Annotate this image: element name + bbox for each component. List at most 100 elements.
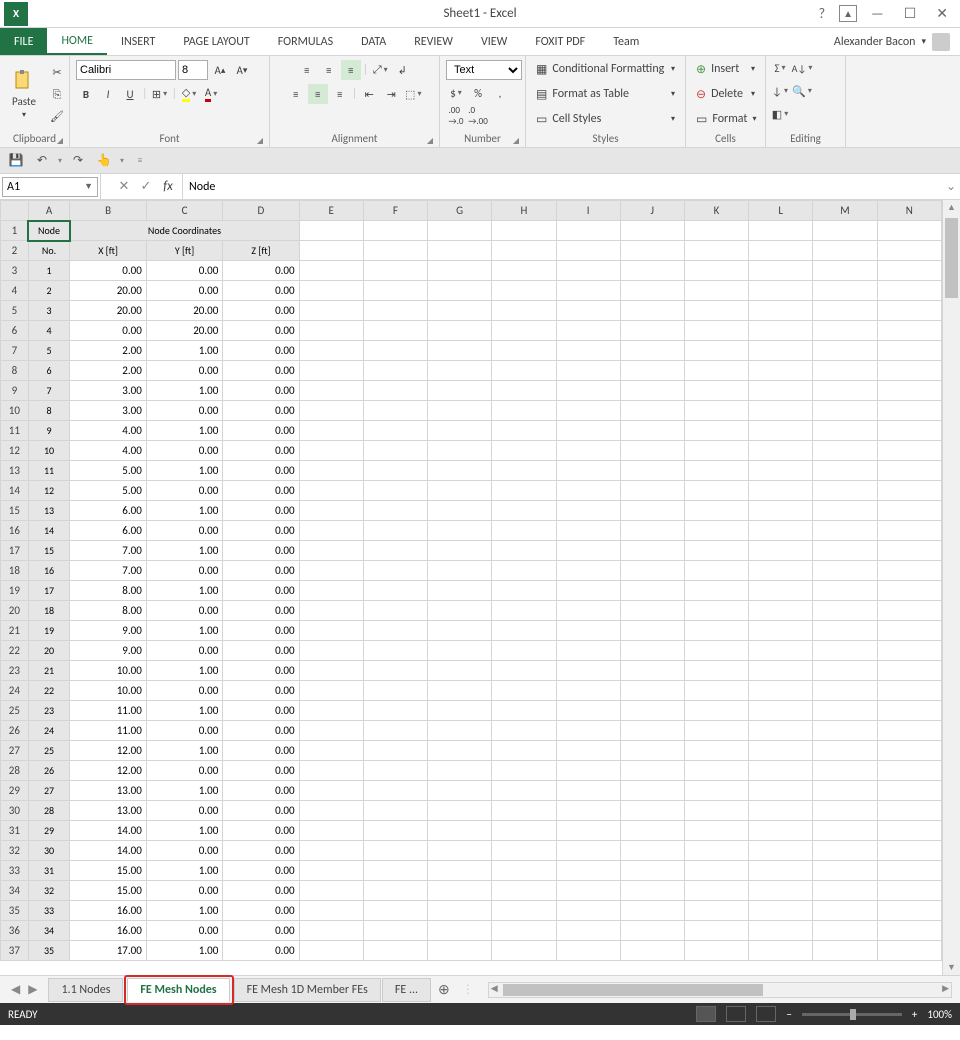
- cell[interactable]: 1.00: [146, 541, 222, 561]
- cell[interactable]: [556, 701, 620, 721]
- cell[interactable]: [813, 341, 877, 361]
- cell[interactable]: 11.00: [70, 701, 146, 721]
- cell[interactable]: 0.00: [223, 761, 299, 781]
- cell[interactable]: 1: [28, 261, 70, 281]
- cell[interactable]: [684, 941, 748, 961]
- cell[interactable]: [363, 621, 427, 641]
- cell[interactable]: 0.00: [223, 941, 299, 961]
- cell[interactable]: [363, 541, 427, 561]
- cell[interactable]: 1.00: [146, 381, 222, 401]
- cell[interactable]: [684, 701, 748, 721]
- cell[interactable]: [684, 721, 748, 741]
- cell[interactable]: [684, 281, 748, 301]
- cell[interactable]: 0.00: [146, 441, 222, 461]
- add-sheet-button[interactable]: ⊕: [432, 981, 456, 998]
- delete-cells-button[interactable]: ⊖Delete▾: [690, 83, 761, 105]
- row-header[interactable]: 12: [1, 441, 29, 461]
- cell[interactable]: 7: [28, 381, 70, 401]
- cell[interactable]: 10: [28, 441, 70, 461]
- cell[interactable]: 1.00: [146, 421, 222, 441]
- cell[interactable]: 2.00: [70, 341, 146, 361]
- cell[interactable]: 16.00: [70, 921, 146, 941]
- cell[interactable]: [620, 761, 684, 781]
- cell[interactable]: [684, 501, 748, 521]
- cell[interactable]: X [ft]: [70, 241, 146, 261]
- cell[interactable]: [556, 521, 620, 541]
- cell[interactable]: 1.00: [146, 781, 222, 801]
- cell[interactable]: [877, 581, 941, 601]
- cell[interactable]: [492, 481, 556, 501]
- cell[interactable]: [556, 481, 620, 501]
- cell[interactable]: 26: [28, 761, 70, 781]
- cell[interactable]: [813, 681, 877, 701]
- cell[interactable]: [813, 501, 877, 521]
- increase-indent-button[interactable]: ⇥: [381, 84, 401, 104]
- cell[interactable]: [428, 701, 492, 721]
- cell[interactable]: 0.00: [223, 321, 299, 341]
- row-header[interactable]: 35: [1, 901, 29, 921]
- cell[interactable]: 13.00: [70, 781, 146, 801]
- cell[interactable]: [428, 861, 492, 881]
- cell[interactable]: [492, 621, 556, 641]
- cell[interactable]: [428, 921, 492, 941]
- cell[interactable]: [363, 381, 427, 401]
- cell[interactable]: [556, 321, 620, 341]
- cell[interactable]: [620, 921, 684, 941]
- cell[interactable]: [492, 801, 556, 821]
- cell[interactable]: [749, 621, 813, 641]
- autosum-button[interactable]: Σ: [770, 58, 790, 78]
- vertical-scrollbar[interactable]: ▲ ▼: [942, 200, 960, 975]
- cell[interactable]: [492, 421, 556, 441]
- cell[interactable]: [363, 901, 427, 921]
- cell[interactable]: [363, 801, 427, 821]
- comma-button[interactable]: ,: [490, 83, 510, 103]
- cell[interactable]: [363, 501, 427, 521]
- cell[interactable]: [877, 601, 941, 621]
- cell[interactable]: 0.00: [223, 281, 299, 301]
- cell[interactable]: 0.00: [223, 381, 299, 401]
- cell[interactable]: [299, 941, 363, 961]
- scrollbar-thumb[interactable]: [945, 218, 958, 298]
- ribbon-tab-file[interactable]: FILE: [0, 28, 47, 55]
- cell[interactable]: [749, 521, 813, 541]
- row-header[interactable]: 1: [1, 221, 29, 241]
- cell[interactable]: [428, 241, 492, 261]
- copy-button[interactable]: ⎘: [47, 85, 67, 105]
- cell[interactable]: [877, 621, 941, 641]
- cell[interactable]: 5.00: [70, 481, 146, 501]
- cell[interactable]: [877, 681, 941, 701]
- cell[interactable]: [492, 781, 556, 801]
- cell[interactable]: 0.00: [70, 261, 146, 281]
- cell[interactable]: [684, 421, 748, 441]
- cell[interactable]: [363, 921, 427, 941]
- cell[interactable]: [749, 541, 813, 561]
- column-header[interactable]: E: [299, 201, 363, 221]
- percent-button[interactable]: %: [468, 83, 488, 103]
- cell[interactable]: [299, 921, 363, 941]
- cell[interactable]: [620, 501, 684, 521]
- cell[interactable]: [556, 541, 620, 561]
- sheet-nav-prev[interactable]: ◀: [8, 982, 23, 997]
- cell[interactable]: [556, 781, 620, 801]
- cell[interactable]: [620, 901, 684, 921]
- cell[interactable]: [363, 721, 427, 741]
- cell[interactable]: 11.00: [70, 721, 146, 741]
- cell[interactable]: 0.00: [146, 401, 222, 421]
- cell[interactable]: [749, 601, 813, 621]
- cell[interactable]: 6.00: [70, 521, 146, 541]
- cell[interactable]: 0.00: [223, 781, 299, 801]
- cell[interactable]: 11: [28, 461, 70, 481]
- cell[interactable]: [813, 461, 877, 481]
- cell[interactable]: 24: [28, 721, 70, 741]
- cell[interactable]: 15.00: [70, 881, 146, 901]
- cell[interactable]: 16: [28, 561, 70, 581]
- cell[interactable]: [749, 321, 813, 341]
- cell[interactable]: [299, 821, 363, 841]
- cell[interactable]: [813, 561, 877, 581]
- cell[interactable]: [749, 401, 813, 421]
- cell[interactable]: [749, 421, 813, 441]
- row-header[interactable]: 30: [1, 801, 29, 821]
- cell[interactable]: [363, 481, 427, 501]
- cell[interactable]: [299, 281, 363, 301]
- cell[interactable]: 12.00: [70, 761, 146, 781]
